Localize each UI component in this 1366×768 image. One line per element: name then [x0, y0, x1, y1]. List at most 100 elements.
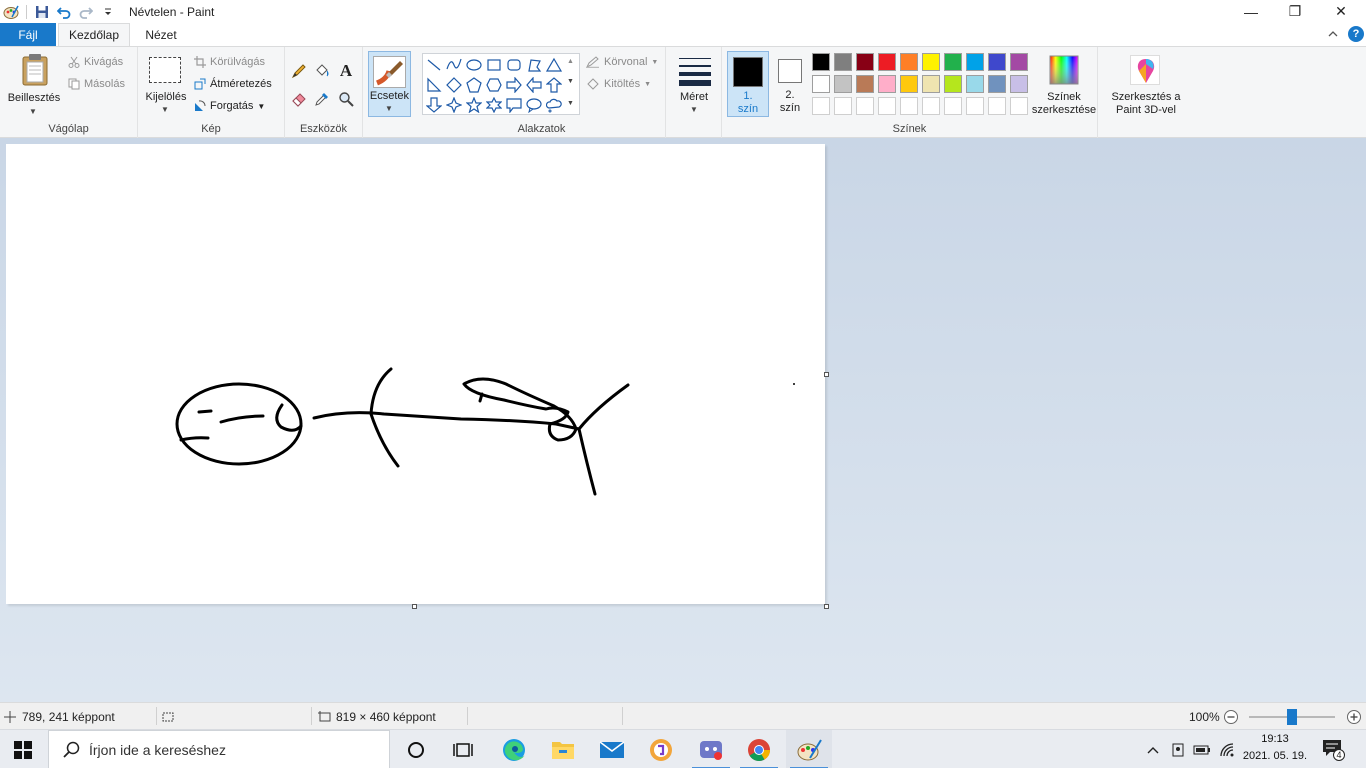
undo-icon[interactable] — [53, 1, 75, 23]
palette-color-swatch[interactable] — [966, 75, 984, 93]
paint-taskbar-icon[interactable] — [786, 730, 832, 768]
collapse-ribbon-icon[interactable] — [1326, 27, 1340, 41]
redo-icon[interactable] — [75, 1, 97, 23]
rounded-rectangle-shape-icon[interactable] — [505, 56, 523, 74]
shapes-more-icon[interactable]: ▼ — [567, 100, 574, 107]
oval-callout-shape-icon[interactable] — [525, 96, 543, 114]
shapes-scroll-down-icon[interactable]: ▼ — [567, 78, 574, 85]
zoom-in-button[interactable] — [1346, 703, 1362, 730]
eraser-icon[interactable] — [289, 89, 309, 109]
five-point-star-shape-icon[interactable] — [465, 96, 483, 114]
fill-bucket-icon[interactable] — [312, 61, 332, 81]
custom-color-slot[interactable] — [834, 97, 852, 115]
start-button[interactable] — [0, 730, 46, 768]
six-point-star-shape-icon[interactable] — [485, 96, 503, 114]
edge-browser-icon[interactable] — [491, 730, 537, 768]
battery-icon[interactable] — [1192, 740, 1212, 760]
magnifier-icon[interactable] — [336, 89, 356, 109]
save-icon[interactable] — [31, 1, 53, 23]
canvas-resize-handle-corner[interactable] — [824, 604, 829, 609]
crop-button[interactable]: Körülvágás — [194, 53, 265, 71]
edit-colors-line2[interactable]: szerkesztése — [1028, 104, 1100, 117]
cortana-icon[interactable] — [393, 730, 439, 768]
color-picker-icon[interactable] — [312, 89, 332, 109]
paste-button[interactable]: Beillesztés — [2, 92, 66, 105]
palette-color-swatch[interactable] — [878, 75, 896, 93]
triangle-shape-icon[interactable] — [545, 56, 563, 74]
cut-button[interactable]: Kivágás — [68, 53, 123, 71]
zoom-slider-thumb[interactable] — [1287, 709, 1297, 725]
palette-color-swatch[interactable] — [922, 75, 940, 93]
polygon-shape-icon[interactable] — [525, 56, 543, 74]
tab-file[interactable]: Fájl — [0, 23, 56, 46]
file-explorer-icon[interactable] — [540, 730, 586, 768]
zoom-out-button[interactable] — [1223, 703, 1239, 730]
custom-color-slot[interactable] — [1010, 97, 1028, 115]
palette-color-swatch[interactable] — [856, 75, 874, 93]
palette-color-swatch[interactable] — [988, 53, 1006, 71]
restore-button[interactable]: ❐ — [1272, 0, 1318, 23]
pentagon-shape-icon[interactable] — [465, 76, 483, 94]
custom-color-slot[interactable] — [966, 97, 984, 115]
custom-color-slot[interactable] — [878, 97, 896, 115]
palette-color-swatch[interactable] — [856, 53, 874, 71]
mail-icon[interactable] — [589, 730, 635, 768]
paint-app-icon[interactable] — [0, 1, 22, 23]
line-shape-icon[interactable] — [425, 56, 443, 74]
select-dropdown-icon[interactable]: ▼ — [161, 105, 169, 114]
chrome-browser-icon[interactable] — [736, 730, 782, 768]
drawing-canvas[interactable] — [6, 144, 825, 604]
action-center-button[interactable]: 4 — [1322, 739, 1346, 761]
resize-button[interactable]: Átméretezés — [194, 75, 272, 93]
wifi-icon[interactable] — [1217, 740, 1237, 760]
palette-color-swatch[interactable] — [878, 53, 896, 71]
hexagon-shape-icon[interactable] — [485, 76, 503, 94]
paint3d-line1[interactable]: Szerkesztés a — [1104, 91, 1188, 104]
palette-color-swatch[interactable] — [944, 75, 962, 93]
left-arrow-shape-icon[interactable] — [525, 76, 543, 94]
right-arrow-shape-icon[interactable] — [505, 76, 523, 94]
fill-button[interactable]: Kitöltés ▼ — [586, 75, 651, 93]
down-arrow-shape-icon[interactable] — [425, 96, 443, 114]
cloud-callout-shape-icon[interactable] — [545, 96, 563, 114]
custom-color-slot[interactable] — [856, 97, 874, 115]
custom-color-slot[interactable] — [922, 97, 940, 115]
game-app-icon[interactable] — [688, 730, 734, 768]
rect-callout-shape-icon[interactable] — [505, 96, 523, 114]
rectangle-shape-icon[interactable] — [485, 56, 503, 74]
palette-color-swatch[interactable] — [834, 53, 852, 71]
palette-color-swatch[interactable] — [966, 53, 984, 71]
palette-color-swatch[interactable] — [988, 75, 1006, 93]
customize-quick-access-icon[interactable] — [97, 1, 119, 23]
vpn-app-icon[interactable] — [638, 730, 684, 768]
diamond-shape-icon[interactable] — [445, 76, 463, 94]
brushes-button[interactable]: Ecsetek ▼ — [368, 51, 411, 117]
minimize-button[interactable]: — — [1228, 0, 1274, 23]
pencil-icon[interactable] — [289, 61, 309, 81]
copy-button[interactable]: Másolás — [68, 75, 125, 93]
edit-colors-icon[interactable] — [1049, 55, 1079, 85]
custom-color-slot[interactable] — [988, 97, 1006, 115]
paste-icon[interactable] — [20, 53, 50, 87]
palette-color-swatch[interactable] — [812, 75, 830, 93]
meet-now-icon[interactable] — [1168, 740, 1188, 760]
up-arrow-shape-icon[interactable] — [545, 76, 563, 94]
palette-color-swatch[interactable] — [1010, 75, 1028, 93]
outline-button[interactable]: Körvonal ▼ — [586, 53, 658, 71]
palette-color-swatch[interactable] — [1010, 53, 1028, 71]
right-triangle-shape-icon[interactable] — [425, 76, 443, 94]
help-icon[interactable]: ? — [1348, 26, 1364, 42]
palette-color-swatch[interactable] — [834, 75, 852, 93]
paste-dropdown-icon[interactable]: ▼ — [29, 107, 37, 116]
select-button[interactable]: Kijelölés — [140, 91, 192, 104]
paint3d-icon[interactable] — [1130, 55, 1160, 85]
task-view-icon[interactable] — [440, 730, 486, 768]
rotate-dropdown-icon[interactable]: ▼ — [257, 102, 265, 111]
rotate-button[interactable]: Forgatás ▼ — [194, 97, 265, 115]
text-tool-icon[interactable]: A — [336, 61, 356, 81]
line-width-icon[interactable] — [679, 55, 711, 87]
shapes-scroll-up-icon[interactable]: ▲ — [567, 58, 574, 65]
oval-shape-icon[interactable] — [465, 56, 483, 74]
size-dropdown-icon[interactable]: ▼ — [690, 105, 698, 114]
palette-color-swatch[interactable] — [944, 53, 962, 71]
